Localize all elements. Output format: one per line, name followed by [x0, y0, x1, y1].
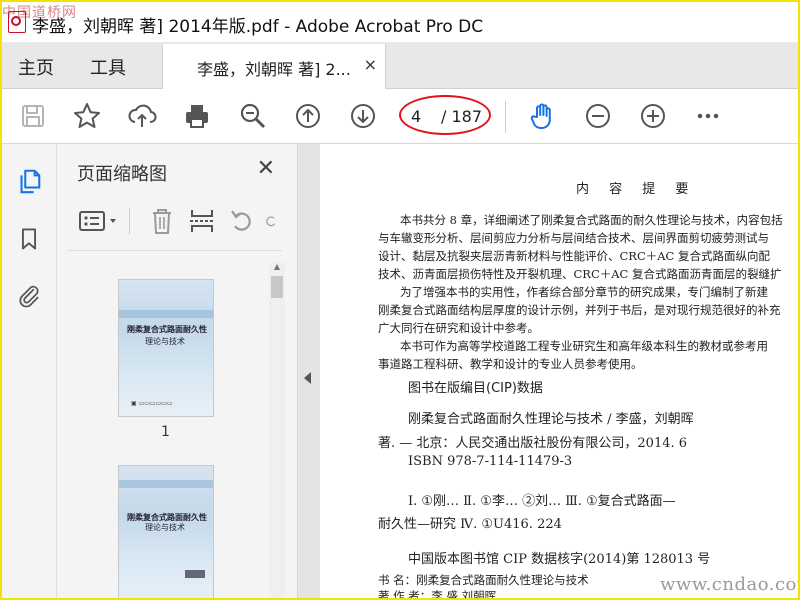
previous-page-button[interactable]: [291, 99, 325, 133]
options-list-icon: [79, 211, 116, 231]
rotate-cw-button[interactable]: [263, 206, 279, 236]
bookmarks-button[interactable]: [14, 224, 44, 254]
hand-tool-button[interactable]: [526, 99, 560, 133]
panel-title: 页面缩略图: [77, 164, 167, 185]
navigation-rail: [2, 144, 57, 598]
thumbnail-page-1[interactable]: 刚柔复合式路面耐久性 理论与技术 ▣ ▭▭▭▭▭▭: [119, 280, 213, 416]
rotate-page-button[interactable]: [227, 206, 257, 236]
title-bar: 中国道桥网 李盛，刘朝晖 著] 2014年版.pdf - Adobe Acrob…: [2, 2, 798, 42]
thumbnails-panel: 页面缩略图 ✕ ▲ 刚柔复合式路面耐久性 理论与技术 ▣ ▭▭▭▭▭▭ 1 刚柔…: [57, 144, 298, 598]
toolbar-divider: [505, 101, 506, 133]
document-paragraph-line: 事道路工程科研、教学和设计的专业人员参考使用。: [378, 357, 643, 371]
panel-toolbar-divider: [129, 208, 130, 234]
scrollbar-thumb[interactable]: [271, 276, 283, 298]
main-toolbar: 4 / 187: [2, 89, 798, 144]
tab-document-label: 李盛，刘朝晖 著] 2...: [197, 60, 351, 79]
panel-close-icon[interactable]: ✕: [257, 156, 275, 181]
zoom-find-button[interactable]: [236, 99, 270, 133]
collapse-panel-arrow-icon[interactable]: [304, 372, 311, 384]
cip-line: Ⅰ. ①刚… Ⅱ. ①李… ②刘… Ⅲ. ①复合式路面—: [408, 494, 676, 509]
save-icon: [22, 105, 44, 127]
extract-pages-icon: [190, 210, 214, 232]
bookmark-star-button[interactable]: [70, 99, 104, 133]
panel-collapse-gutter: [298, 144, 320, 598]
window-title: 李盛，刘朝晖 著] 2014年版.pdf - Adobe Acrobat Pro…: [32, 17, 484, 37]
document-paragraph-line: 本书共分 8 章，详细阐述了刚柔复合式路面的耐久性理论与技术，内容包括: [400, 213, 783, 227]
page-navigator: 4 / 187: [399, 95, 491, 135]
attachments-button[interactable]: [14, 280, 44, 310]
panel-toolbar: [73, 202, 283, 242]
zoom-out-icon: [586, 104, 610, 128]
cip-line: ISBN 978-7-114-11479-3: [408, 454, 573, 469]
acrobat-window: 中国道桥网 李盛，刘朝晖 著] 2014年版.pdf - Adobe Acrob…: [0, 0, 800, 600]
current-page-input[interactable]: 4: [411, 107, 421, 126]
thumbnail-subtitle: 理论与技术: [145, 337, 185, 346]
paperclip-icon: [19, 285, 39, 308]
thumbnail-page-2[interactable]: 刚柔复合式路面耐久性 理论与技术: [119, 466, 213, 598]
publisher-logo-icon: ▣ ▭▭▭▭▭▭: [131, 400, 173, 407]
trash-icon: [153, 209, 171, 234]
hand-tool-icon: [530, 103, 551, 129]
cloud-upload-icon: [128, 104, 157, 127]
save-button[interactable]: [16, 99, 50, 133]
tab-document[interactable]: 李盛，刘朝晖 著] 2... ×: [162, 44, 386, 89]
document-paragraph-line: 设计、黏层及抗裂夹层沥青新材料与性能评价、CRC＋AC 复合式路面纵向配: [378, 249, 771, 263]
delete-page-button[interactable]: [147, 206, 177, 236]
page-thumbnails-button[interactable]: [14, 166, 44, 196]
next-page-button[interactable]: [346, 99, 380, 133]
document-paragraph-line: 本书可作为高等学校道路工程专业研究生和高年级本科生的教材或参考用: [400, 339, 768, 353]
cip-heading: 图书在版编目(CIP)数据: [408, 381, 543, 396]
document-paragraph-line: 为了增强本书的实用性，作者综合部分章节的研究成果，专门编制了新建: [400, 285, 768, 299]
book-cover-image: 刚柔复合式路面耐久性 理论与技术: [119, 466, 213, 598]
tab-bar: 主页 工具 李盛，刘朝晖 著] 2... ×: [2, 42, 798, 89]
tab-close-icon[interactable]: ×: [364, 55, 377, 74]
more-icon: [697, 113, 719, 119]
thumbnail-title: 刚柔复合式路面耐久性: [127, 325, 207, 334]
tab-home[interactable]: 主页: [18, 54, 54, 80]
document-heading: 内 容 提 要: [576, 182, 697, 197]
document-paragraph-line: 广大同行在研究和设计中参考。: [378, 321, 539, 335]
document-paragraph-line: 刚柔复合式路面结构层厚度的设计示例，并列于书后，是对现行规范很好的补充: [378, 303, 781, 317]
document-page: 内 容 提 要 本书共分 8 章，详细阐述了刚柔复合式路面的耐久性理论与技术，内…: [320, 144, 798, 600]
cip-line: 书 名：刚柔复合式路面耐久性理论与技术: [378, 573, 589, 587]
zoom-in-button[interactable]: [636, 99, 670, 133]
more-tools-button[interactable]: [691, 99, 725, 133]
zoom-out-magnifier-icon: [240, 103, 266, 129]
star-icon: [74, 103, 100, 128]
scroll-up-arrow-icon[interactable]: ▲: [271, 262, 283, 272]
cover-band: [119, 310, 213, 318]
thumbnail-page-number: 1: [161, 424, 170, 440]
page-down-icon: [351, 104, 375, 128]
bookmark-icon: [21, 228, 37, 250]
cip-line: 著. — 北京：人民交通出版社股份有限公司，2014. 6: [378, 436, 688, 451]
rotate-cw-icon: [266, 216, 276, 227]
cip-line: 中国版本图书馆 CIP 数据核字(2014)第 128013 号: [408, 552, 711, 567]
rotate-ccw-icon: [231, 210, 251, 231]
cip-line: 著 作 者：李 盛 刘朝晖: [378, 589, 497, 600]
thumbnail-subtitle: 理论与技术: [145, 523, 185, 532]
document-paragraph-line: 技术、沥青面层损伤特性及开裂机理、CRC＋AC 复合式路面沥青面层的裂缝扩: [378, 267, 782, 281]
cip-line: 刚柔复合式路面耐久性理论与技术 / 李盛，刘朝晖: [408, 412, 694, 427]
page-thumbnails-icon: [20, 169, 41, 194]
upload-button[interactable]: [125, 99, 159, 133]
page-up-icon: [296, 104, 320, 128]
barcode-icon: [185, 570, 205, 578]
total-pages: / 187: [441, 107, 483, 126]
print-icon: [186, 105, 208, 128]
panel-divider: [67, 250, 282, 251]
zoom-in-icon: [641, 104, 665, 128]
zoom-out-button[interactable]: [581, 99, 615, 133]
extract-page-button[interactable]: [187, 206, 217, 236]
print-button[interactable]: [180, 99, 214, 133]
watermark-bottom: www.cndao.com: [660, 574, 800, 595]
tab-tools[interactable]: 工具: [90, 54, 126, 80]
thumbnail-scrollbar[interactable]: [269, 262, 285, 598]
book-cover-image: 刚柔复合式路面耐久性 理论与技术 ▣ ▭▭▭▭▭▭: [119, 280, 213, 416]
cover-band: [119, 480, 213, 488]
thumbnail-options-button[interactable]: [77, 206, 121, 236]
cip-line: 耐久性—研究 Ⅳ. ①U416. 224: [378, 517, 562, 532]
document-paragraph-line: 与车辙变形分析、层间剪应力分析与层间结合技术、层间界面剪切疲劳测试与: [378, 231, 769, 245]
